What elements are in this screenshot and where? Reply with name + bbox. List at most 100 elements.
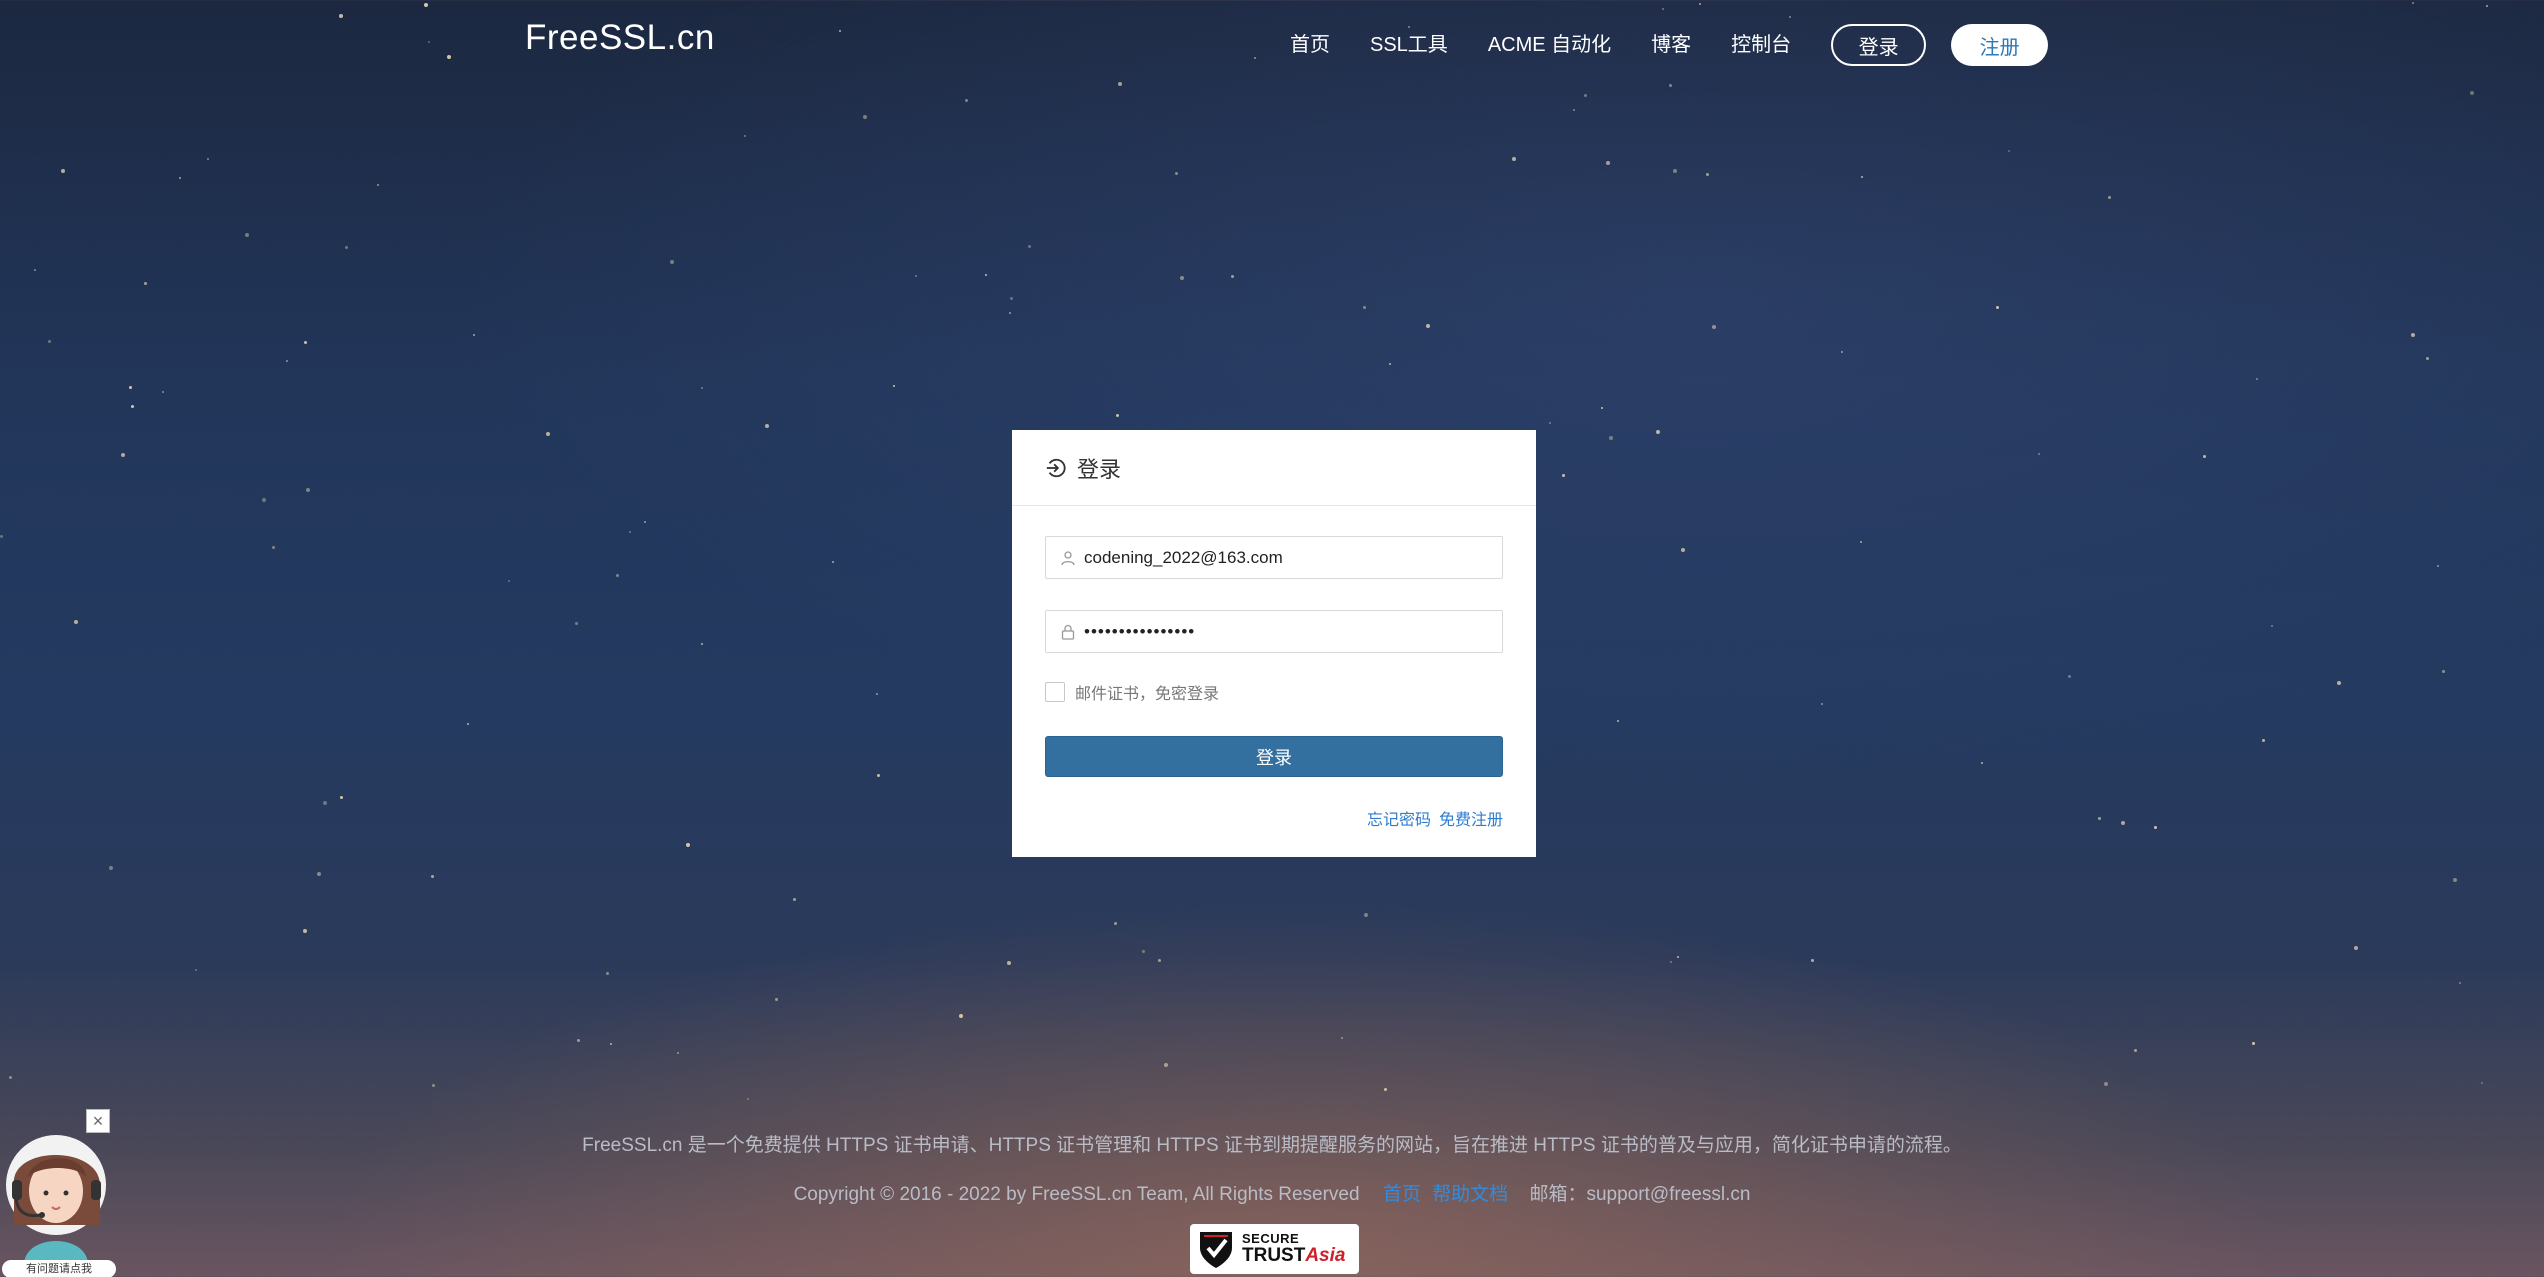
login-card-header: 登录: [1012, 430, 1536, 506]
star: [131, 405, 134, 408]
star: [2486, 5, 2488, 7]
star: [1512, 157, 1516, 161]
star: [1364, 913, 1368, 917]
nav-ssl-tools[interactable]: SSL工具: [1370, 24, 1448, 66]
trustasia-badge[interactable]: SECURE TRUSTAsia: [1190, 1224, 1359, 1274]
star: [1699, 3, 1701, 5]
password-field[interactable]: [1045, 610, 1503, 653]
star: [2252, 1042, 2255, 1045]
nav-console[interactable]: 控制台: [1731, 24, 1791, 66]
star: [893, 385, 895, 387]
star: [304, 341, 307, 344]
email-input[interactable]: [1084, 547, 1484, 568]
star: [575, 622, 578, 625]
nav-blog[interactable]: 博客: [1651, 24, 1691, 66]
lock-icon: [1061, 624, 1075, 640]
star: [1007, 961, 1011, 965]
nav-acme[interactable]: ACME 自动化: [1488, 24, 1611, 66]
forgot-password-link[interactable]: 忘记密码: [1367, 806, 1431, 830]
star: [428, 41, 430, 43]
star: [121, 453, 125, 457]
footer-home-link[interactable]: 首页: [1383, 1184, 1421, 1205]
header-register-button[interactable]: 注册: [1951, 24, 2049, 66]
password-input[interactable]: [1084, 621, 1484, 642]
star: [1712, 325, 1716, 329]
footer-help-link[interactable]: 帮助文档: [1432, 1184, 1508, 1205]
star: [915, 275, 917, 277]
star: [447, 55, 451, 59]
email-field[interactable]: [1045, 536, 1503, 579]
star: [2271, 625, 2273, 627]
star: [317, 872, 321, 876]
star: [765, 424, 769, 428]
star: [1841, 351, 1843, 353]
star: [2437, 565, 2439, 567]
star: [1673, 169, 1677, 173]
star: [863, 115, 867, 119]
support-close-button[interactable]: ×: [86, 1109, 110, 1133]
star: [144, 282, 147, 285]
star: [2426, 357, 2429, 360]
star: [2256, 378, 2258, 380]
star: [1584, 94, 1587, 97]
star: [629, 531, 631, 533]
support-widget[interactable]: × 有问题请点我: [0, 1107, 120, 1277]
badge-asia-text: Asia: [1305, 1245, 1346, 1266]
star: [306, 488, 310, 492]
star: [1363, 306, 1366, 309]
star: [2470, 91, 2474, 95]
star: [424, 3, 428, 7]
star: [432, 1084, 435, 1087]
star: [877, 774, 880, 777]
remember-checkbox[interactable]: [1045, 682, 1065, 702]
remember-option[interactable]: 邮件证书，免密登录: [1045, 680, 1219, 704]
star: [2337, 681, 2341, 685]
star: [1254, 57, 1256, 59]
header-login-button[interactable]: 登录: [1831, 24, 1927, 66]
star: [616, 574, 619, 577]
star: [959, 1014, 963, 1018]
footer-copyright: Copyright © 2016 - 2022 by FreeSSL.cn Te…: [0, 1179, 2544, 1206]
star: [793, 898, 796, 901]
star: [670, 260, 674, 264]
star: [323, 801, 327, 805]
star: [9, 1076, 12, 1079]
star: [345, 246, 348, 249]
star: [262, 498, 266, 502]
badge-secure-text: SECURE: [1242, 1231, 1300, 1246]
star: [74, 620, 78, 624]
star: [508, 580, 510, 582]
star: [677, 1052, 679, 1054]
login-submit-button[interactable]: 登录: [1045, 736, 1503, 777]
star: [701, 643, 703, 645]
star: [965, 99, 968, 102]
star: [109, 866, 113, 870]
star: [2354, 946, 2358, 950]
star: [129, 386, 132, 389]
star: [61, 169, 65, 173]
card-links: 忘记密码 免费注册: [1359, 806, 1503, 830]
free-register-link[interactable]: 免费注册: [1439, 806, 1503, 830]
badge-trust-text: TRUST: [1242, 1245, 1306, 1266]
star: [2104, 1082, 2108, 1086]
star: [2108, 196, 2111, 199]
shield-icon: [1200, 1232, 1232, 1268]
star: [1118, 82, 1122, 86]
nav-home[interactable]: 首页: [1290, 24, 1330, 66]
star: [1821, 703, 1823, 705]
star: [2098, 817, 2101, 820]
star: [1164, 1063, 1168, 1067]
site-logo[interactable]: FreeSSL.cn: [525, 18, 715, 58]
login-title: 登录: [1077, 456, 1122, 482]
star: [2203, 455, 2206, 458]
user-icon: [1061, 550, 1075, 565]
star: [340, 796, 343, 799]
copyright-text: Copyright © 2016 - 2022 by FreeSSL.cn Te…: [793, 1184, 1360, 1205]
support-agent-avatar[interactable]: [0, 1125, 110, 1265]
star: [1231, 275, 1234, 278]
support-label[interactable]: 有问题请点我: [2, 1260, 116, 1277]
star: [2068, 675, 2071, 678]
star: [473, 334, 475, 336]
star: [1180, 276, 1184, 280]
footer-description: FreeSSL.cn 是一个免费提供 HTTPS 证书申请、HTTPS 证书管理…: [582, 1135, 1962, 1156]
